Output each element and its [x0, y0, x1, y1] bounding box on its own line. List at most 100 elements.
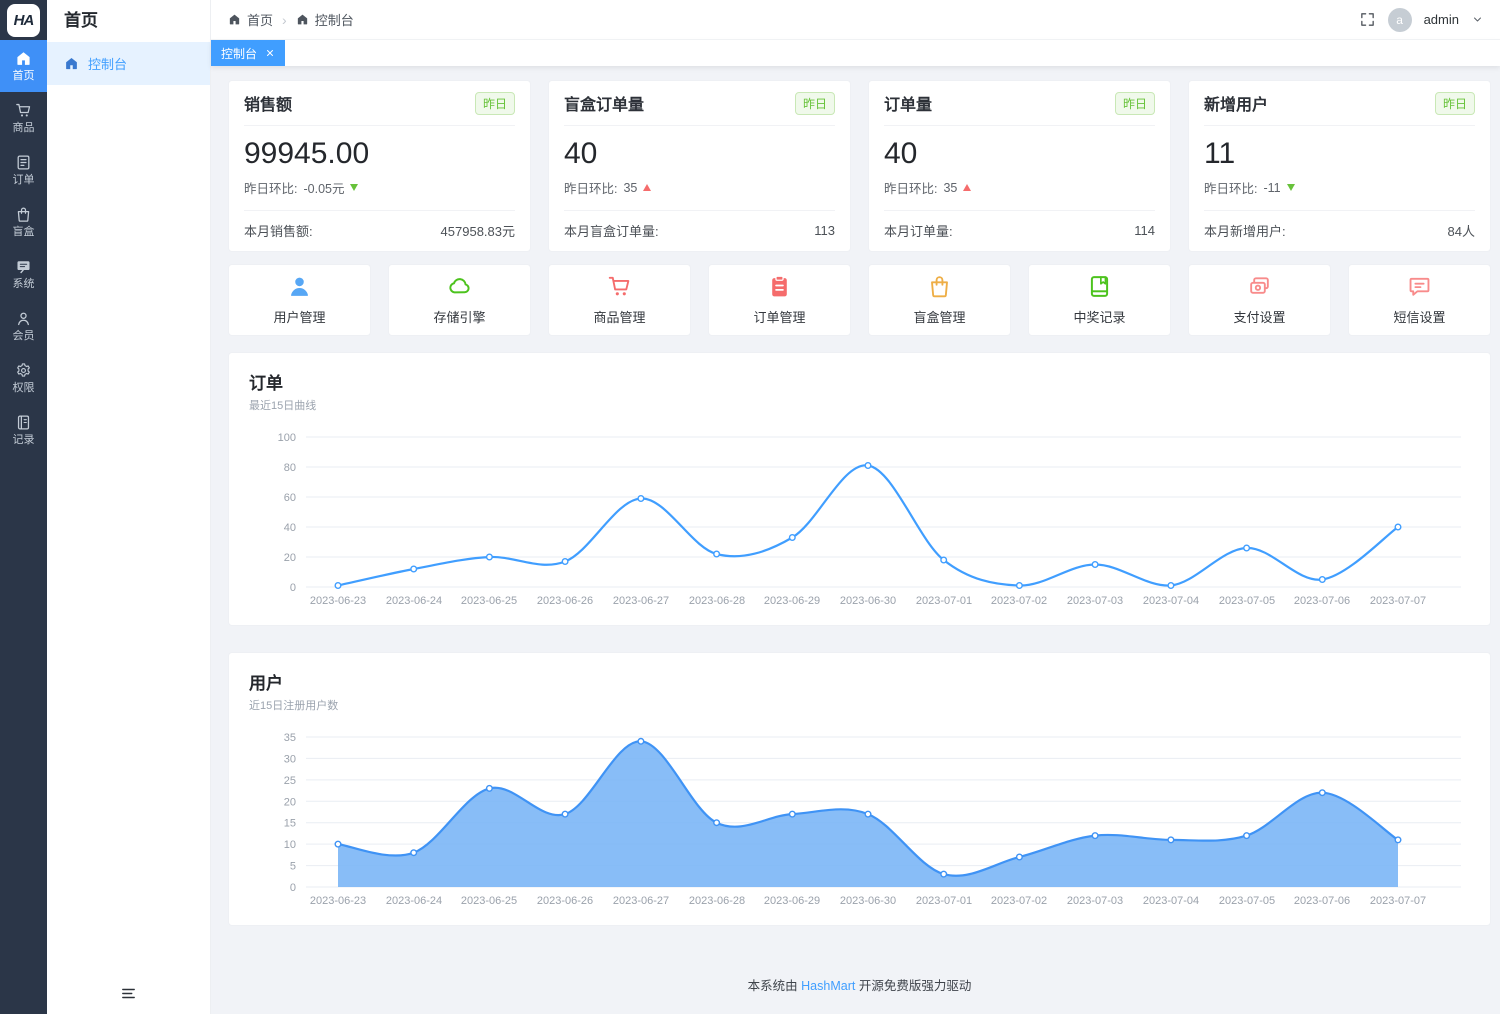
- svg-text:2023-06-23: 2023-06-23: [310, 595, 366, 607]
- stat-card-badge: 昨日: [1115, 92, 1155, 115]
- svg-text:2023-06-29: 2023-06-29: [764, 895, 820, 907]
- shortcut-payment-settings[interactable]: 支付设置: [1188, 264, 1331, 336]
- sidebar-item-records[interactable]: 记录: [0, 404, 47, 456]
- svg-text:2023-06-30: 2023-06-30: [840, 895, 896, 907]
- svg-text:100: 100: [278, 432, 296, 444]
- clipboard-icon: [767, 274, 792, 299]
- stat-card-value: 99945.00: [244, 137, 515, 171]
- svg-text:2023-07-05: 2023-07-05: [1219, 595, 1275, 607]
- chevron-down-icon[interactable]: [1471, 13, 1484, 26]
- sidebar-item-orders[interactable]: 订单: [0, 144, 47, 196]
- svg-text:2023-07-07: 2023-07-07: [1370, 895, 1426, 907]
- tab-console[interactable]: 控制台: [211, 40, 285, 66]
- svg-text:20: 20: [284, 552, 296, 564]
- shortcuts-row: 用户管理 存储引擎 商品管理 订单管理 盲盒管理: [228, 264, 1491, 336]
- shortcut-sms-settings[interactable]: 短信设置: [1348, 264, 1491, 336]
- sidebar-item-members[interactable]: 会员: [0, 300, 47, 352]
- stat-card-title: 订单量: [884, 91, 932, 115]
- trend-arrow-icon: [963, 184, 971, 191]
- svg-text:2023-07-04: 2023-07-04: [1143, 895, 1199, 907]
- sidebar-item-blindbox[interactable]: 盲盒: [0, 196, 47, 248]
- document-icon: [15, 154, 32, 171]
- stat-foot-label: 本月新增用户:: [1204, 221, 1286, 240]
- hashmart-link[interactable]: HashMart: [801, 979, 855, 993]
- svg-text:40: 40: [284, 522, 296, 534]
- compare-label: 昨日环比:: [1204, 178, 1257, 197]
- shortcut-blindbox-management[interactable]: 盲盒管理: [868, 264, 1011, 336]
- trend-arrow-icon: [350, 184, 358, 191]
- breadcrumb-label: 控制台: [315, 10, 354, 29]
- chart-title: 用户: [249, 669, 1470, 694]
- svg-text:2023-07-04: 2023-07-04: [1143, 595, 1199, 607]
- avatar-letter: a: [1396, 13, 1403, 27]
- shortcut-prize-records[interactable]: 中奖记录: [1028, 264, 1171, 336]
- gear-icon: [15, 362, 32, 379]
- sidebar-item-permissions[interactable]: 权限: [0, 352, 47, 404]
- shortcut-user-management[interactable]: 用户管理: [228, 264, 371, 336]
- svg-text:2023-07-03: 2023-07-03: [1067, 895, 1123, 907]
- sidebar-item-system[interactable]: 系统: [0, 248, 47, 300]
- topbar-right: a admin: [1359, 8, 1484, 32]
- message-icon: [15, 258, 32, 275]
- svg-text:2023-06-24: 2023-06-24: [386, 595, 442, 607]
- shortcut-storage-engine[interactable]: 存储引擎: [388, 264, 531, 336]
- compare-value: -0.05元: [303, 178, 344, 197]
- submenu-item-console[interactable]: 控制台: [47, 42, 210, 85]
- svg-text:2023-07-02: 2023-07-02: [991, 595, 1047, 607]
- svg-text:2023-07-01: 2023-07-01: [916, 895, 972, 907]
- close-icon[interactable]: [265, 48, 275, 58]
- main-area: 首页 › 控制台 a admin 控制台: [211, 0, 1500, 1014]
- svg-text:2023-07-05: 2023-07-05: [1219, 895, 1275, 907]
- tab-label: 控制台: [221, 45, 257, 62]
- sidebar-item-label: 商品: [13, 122, 35, 134]
- svg-text:2023-07-06: 2023-07-06: [1294, 895, 1350, 907]
- home-icon: [296, 13, 309, 26]
- stat-card-sales: 销售额 昨日 99945.00 昨日环比: -0.05元 本月销售额: 4579…: [228, 80, 531, 252]
- svg-text:35: 35: [284, 732, 296, 744]
- home-icon: [228, 13, 241, 26]
- cart-icon: [607, 274, 632, 299]
- stat-card-value: 40: [564, 137, 835, 171]
- compare-label: 昨日环比:: [564, 178, 617, 197]
- submenu-title: 首页: [47, 0, 210, 42]
- stat-foot-label: 本月销售额:: [244, 221, 313, 240]
- tabbar: 控制台: [211, 40, 1500, 66]
- svg-text:15: 15: [284, 818, 296, 830]
- compare-label: 昨日环比:: [884, 178, 937, 197]
- breadcrumb-console[interactable]: 控制台: [296, 10, 354, 29]
- stat-card-badge: 昨日: [475, 92, 515, 115]
- chart-subtitle: 近15日注册用户数: [249, 697, 1470, 713]
- svg-text:2023-06-25: 2023-06-25: [461, 595, 517, 607]
- svg-text:2023-06-28: 2023-06-28: [689, 595, 745, 607]
- gift-bag-icon: [927, 274, 952, 299]
- svg-text:2023-06-28: 2023-06-28: [689, 895, 745, 907]
- compare-value: 35: [943, 181, 957, 195]
- breadcrumb-home[interactable]: 首页: [228, 10, 273, 29]
- svg-text:2023-07-02: 2023-07-02: [991, 895, 1047, 907]
- shortcut-goods-management[interactable]: 商品管理: [548, 264, 691, 336]
- avatar[interactable]: a: [1388, 8, 1412, 32]
- app: HA 首页 商品 订单 盲盒 系统 会员 权限: [0, 0, 1500, 1014]
- sidebar-item-home[interactable]: 首页: [0, 40, 47, 92]
- primary-sidebar: HA 首页 商品 订单 盲盒 系统 会员 权限: [0, 0, 47, 1014]
- shortcut-label: 订单管理: [753, 307, 805, 326]
- content: 销售额 昨日 99945.00 昨日环比: -0.05元 本月销售额: 4579…: [211, 66, 1500, 1014]
- breadcrumb: 首页 › 控制台: [228, 10, 354, 29]
- orders-line-chart: 0204060801002023-06-232023-06-242023-06-…: [249, 419, 1469, 615]
- fullscreen-icon[interactable]: [1359, 11, 1376, 28]
- svg-text:2023-06-26: 2023-06-26: [537, 595, 593, 607]
- shortcut-order-management[interactable]: 订单管理: [708, 264, 851, 336]
- stat-card-blindbox-orders: 盲盒订单量 昨日 40 昨日环比: 35 本月盲盒订单量: 113: [548, 80, 851, 252]
- app-logo[interactable]: HA: [7, 4, 40, 37]
- users-chart-card: 用户 近15日注册用户数 051015202530352023-06-23202…: [228, 652, 1491, 926]
- collapse-menu-button[interactable]: [47, 972, 210, 1014]
- svg-text:60: 60: [284, 492, 296, 504]
- topbar: 首页 › 控制台 a admin: [211, 0, 1500, 40]
- shortcut-label: 用户管理: [273, 307, 325, 326]
- stat-card-orders: 订单量 昨日 40 昨日环比: 35 本月订单量: 114: [868, 80, 1171, 252]
- svg-text:2023-06-24: 2023-06-24: [386, 895, 442, 907]
- sidebar-item-goods[interactable]: 商品: [0, 92, 47, 144]
- svg-text:2023-06-29: 2023-06-29: [764, 595, 820, 607]
- username[interactable]: admin: [1424, 12, 1459, 27]
- shortcut-label: 商品管理: [593, 307, 645, 326]
